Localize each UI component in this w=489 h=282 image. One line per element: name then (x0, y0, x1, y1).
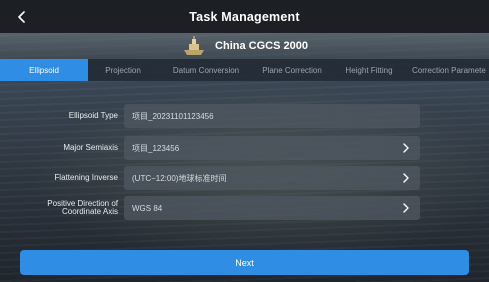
major-semiaxis-field[interactable]: 项目_123456 (124, 136, 420, 160)
chevron-left-icon (18, 11, 25, 23)
positive-direction-row: Positive Direction of Coordinate Axis WG… (0, 196, 489, 220)
flattening-inverse-value: (UTC−12:00)地球标准时间 (132, 173, 227, 183)
tab-bar: Ellipsoid Projection Datum Conversion Pl… (0, 59, 489, 81)
tab-plane-correction[interactable]: Plane Correction (254, 59, 330, 81)
flattening-inverse-label: Flattening Inverse (54, 172, 118, 182)
chevron-right-icon (403, 173, 409, 183)
ellipsoid-type-row: Ellipsoid Type 项目_20231101123456 (0, 104, 489, 128)
tab-projection[interactable]: Projection (88, 59, 158, 81)
next-button[interactable]: Next (20, 250, 469, 275)
boat-icon (184, 36, 205, 55)
flattening-inverse-field[interactable]: (UTC−12:00)地球标准时间 (124, 166, 420, 190)
major-semiaxis-row: Major Semiaxis 项目_123456 (0, 136, 489, 160)
positive-direction-label-line2: Coordinate Axis (61, 207, 118, 216)
page-title: Task Management (189, 9, 300, 24)
back-button[interactable] (12, 7, 32, 27)
tab-datum-conversion[interactable]: Datum Conversion (158, 59, 254, 81)
chevron-right-icon (403, 143, 409, 153)
chevron-right-icon (403, 203, 409, 213)
major-semiaxis-label: Major Semiaxis (63, 142, 118, 152)
positive-direction-field[interactable]: WGS 84 (124, 196, 420, 220)
coordinate-system-banner: China CGCS 2000 (0, 33, 489, 59)
positive-direction-value: WGS 84 (132, 203, 163, 213)
title-bar: Task Management (0, 0, 489, 33)
ellipsoid-type-value: 项目_20231101123456 (132, 111, 214, 121)
ellipsoid-type-label: Ellipsoid Type (68, 110, 118, 120)
coordinate-system-name: China CGCS 2000 (215, 40, 308, 52)
tab-height-fitting[interactable]: Height Fitting (330, 59, 408, 81)
tab-correction-parameters[interactable]: Correction Paramete (408, 59, 489, 81)
major-semiaxis-value: 项目_123456 (132, 143, 180, 153)
flattening-inverse-row: Flattening Inverse (UTC−12:00)地球标准时间 (0, 166, 489, 190)
ellipsoid-type-field[interactable]: 项目_20231101123456 (124, 104, 420, 128)
tab-ellipsoid[interactable]: Ellipsoid (0, 59, 88, 81)
positive-direction-label: Positive Direction of Coordinate Axis (47, 196, 118, 220)
